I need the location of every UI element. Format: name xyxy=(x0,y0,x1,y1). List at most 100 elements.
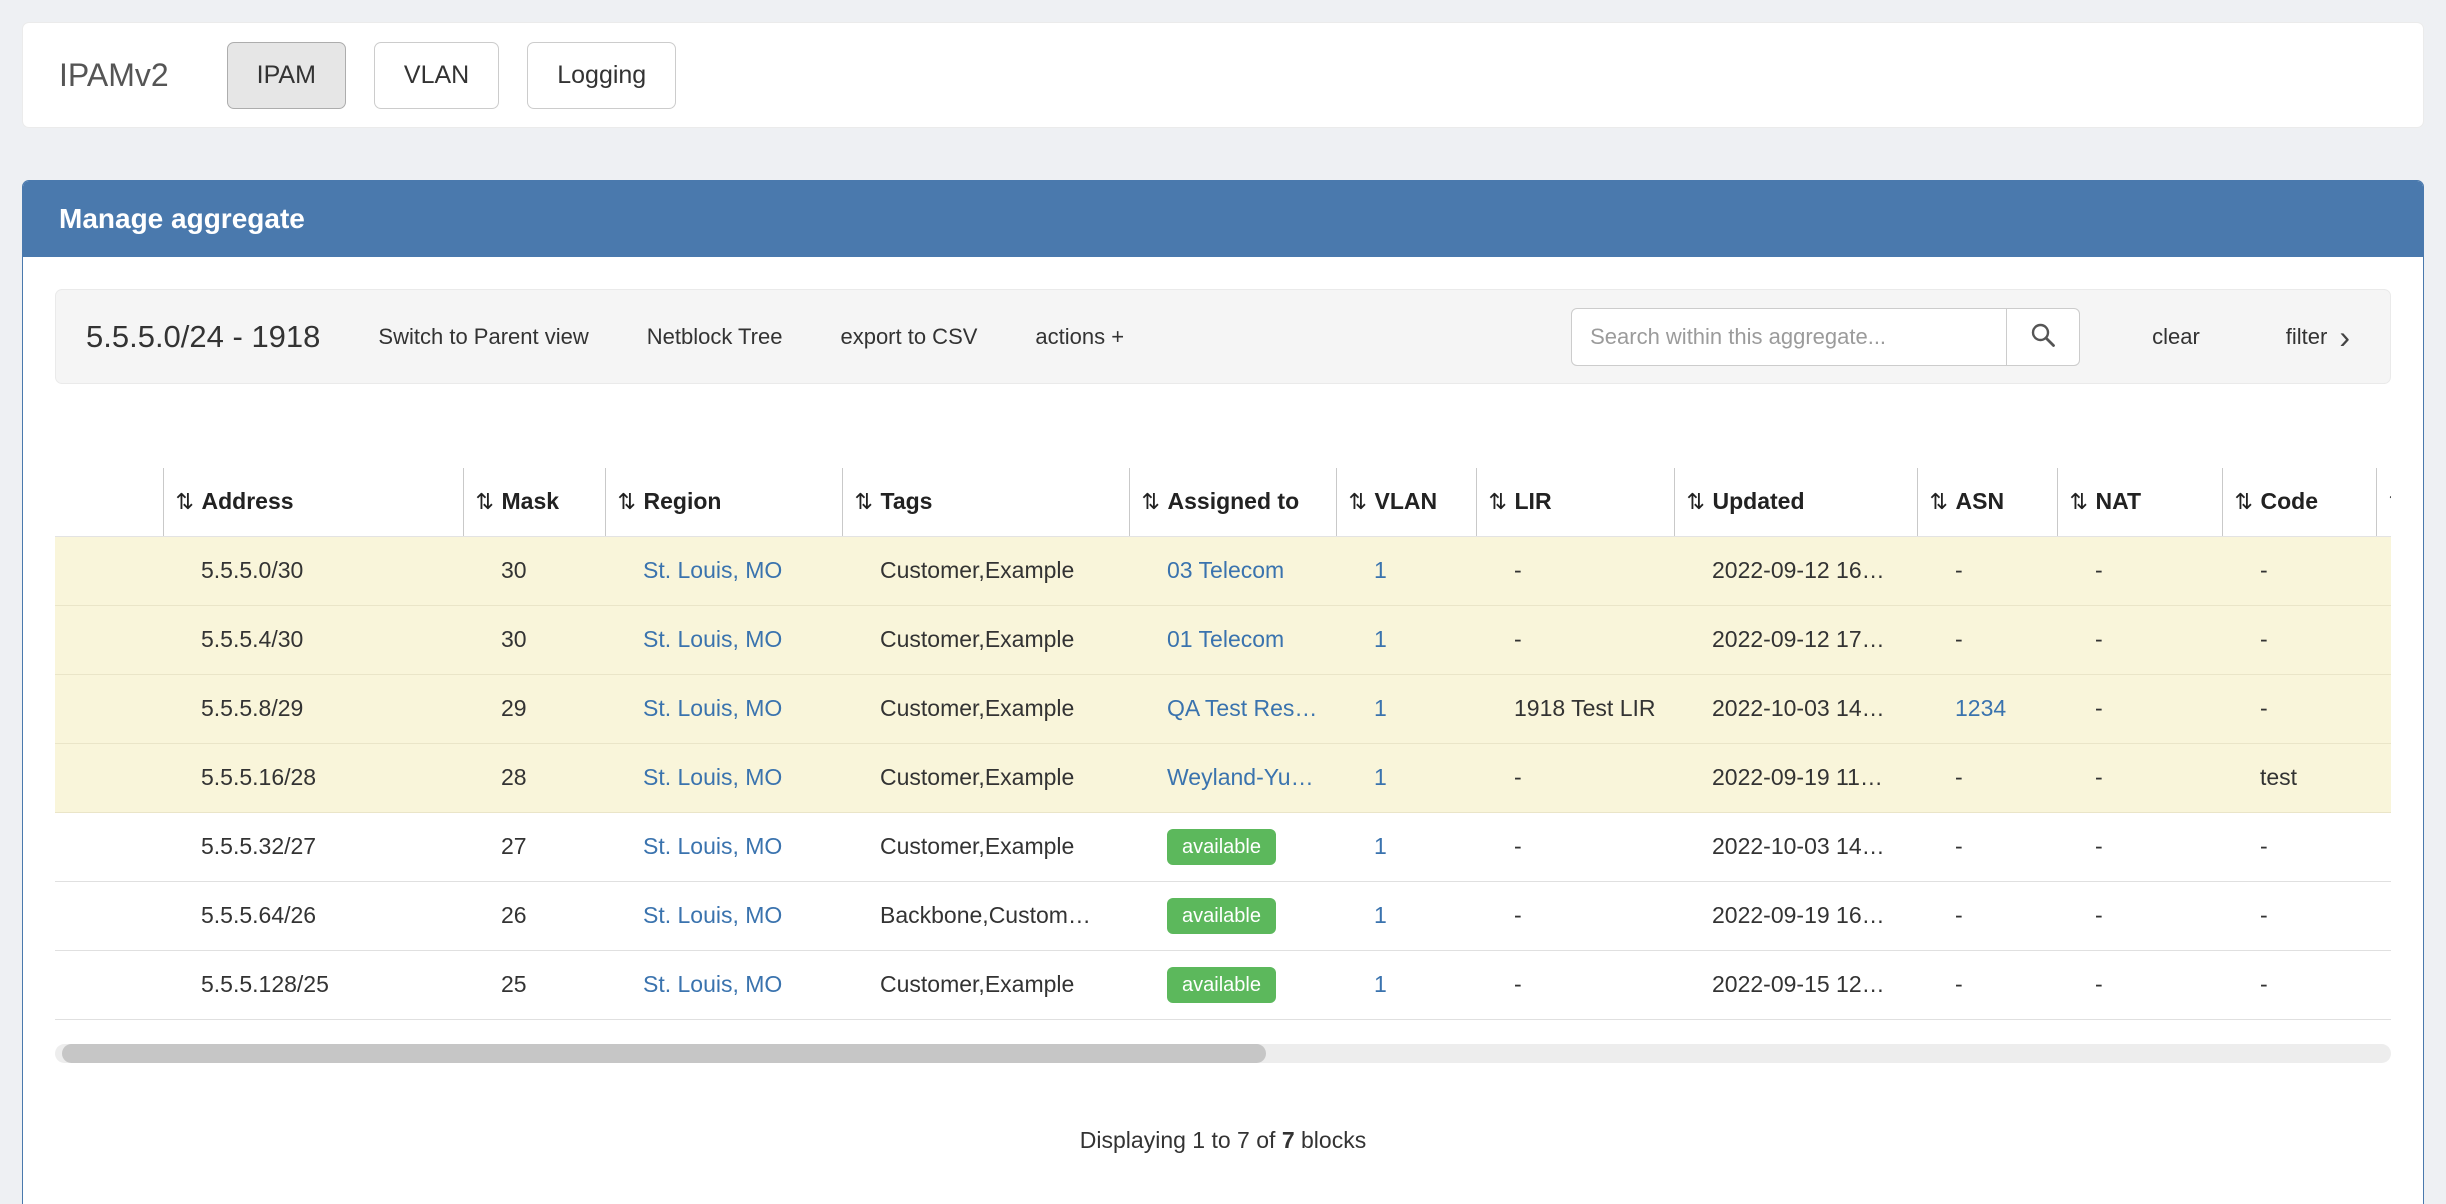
column-header-lir[interactable]: ⇅LIR xyxy=(1476,468,1674,536)
column-header-address[interactable]: ⇅Address xyxy=(163,468,463,536)
column-header-tags[interactable]: ⇅Tags xyxy=(842,468,1129,536)
cell-code: - xyxy=(2222,674,2376,743)
aggregate-toolbar: 5.5.5.0/24 - 1918 Switch to Parent view N… xyxy=(55,289,2391,384)
vlan-link[interactable]: 1 xyxy=(1374,971,1387,997)
tab-ipam[interactable]: IPAM xyxy=(227,42,346,109)
horizontal-scrollbar-track[interactable] xyxy=(55,1044,2391,1063)
sort-icon: ⇅ xyxy=(1930,489,1956,515)
asn-link[interactable]: 1234 xyxy=(1955,695,2006,721)
cell-address: 5.5.5.0/30 xyxy=(163,536,463,605)
toolbar-link-export-to-csv[interactable]: export to CSV xyxy=(840,324,977,350)
column-header-region[interactable]: ⇅Region xyxy=(605,468,842,536)
region-link[interactable]: St. Louis, MO xyxy=(643,764,782,790)
cell-updated: 2022-10-03 14… xyxy=(1674,674,1917,743)
assigned-link[interactable]: QA Test Res… xyxy=(1167,695,1317,721)
row-lead-cell xyxy=(55,605,163,674)
cell-code: - xyxy=(2222,950,2376,1019)
cell-asn: - xyxy=(1917,536,2057,605)
column-header-mask[interactable]: ⇅Mask xyxy=(463,468,605,536)
cell-updated: 2022-09-12 17… xyxy=(1674,605,1917,674)
region-link[interactable]: St. Louis, MO xyxy=(643,971,782,997)
assigned-link[interactable]: 01 Telecom xyxy=(1167,626,1284,652)
region-link[interactable]: St. Louis, MO xyxy=(643,695,782,721)
table-row: 5.5.5.8/2929St. Louis, MOCustomer,Exampl… xyxy=(55,674,2391,743)
toolbar-link-actions[interactable]: actions + xyxy=(1035,324,1124,350)
cell-asn: - xyxy=(1917,743,2057,812)
cell-assigned-to: 01 Telecom xyxy=(1129,605,1336,674)
cell-clipped xyxy=(2376,605,2391,674)
cell-asn: - xyxy=(1917,950,2057,1019)
search-button[interactable] xyxy=(2007,308,2080,366)
cell-vlan: 1 xyxy=(1336,812,1476,881)
aggregate-title: 5.5.5.0/24 - 1918 xyxy=(86,319,320,355)
netblock-table-wrap: ⇅Address⇅Mask⇅Region⇅Tags⇅Assigned to⇅VL… xyxy=(55,468,2391,1020)
cell-nat: - xyxy=(2057,950,2222,1019)
cell-region: St. Louis, MO xyxy=(605,674,842,743)
cell-address: 5.5.5.32/27 xyxy=(163,812,463,881)
sort-icon: ⇅ xyxy=(1349,489,1375,515)
column-header-vlan[interactable]: ⇅VLAN xyxy=(1336,468,1476,536)
tab-vlan[interactable]: VLAN xyxy=(374,42,499,109)
vlan-link[interactable]: 1 xyxy=(1374,902,1387,928)
cell-region: St. Louis, MO xyxy=(605,950,842,1019)
cell-asn: - xyxy=(1917,605,2057,674)
column-header-assigned-to[interactable]: ⇅Assigned to xyxy=(1129,468,1336,536)
panel-title: Manage aggregate xyxy=(59,203,305,235)
region-link[interactable]: St. Louis, MO xyxy=(643,557,782,583)
cell-address: 5.5.5.8/29 xyxy=(163,674,463,743)
row-lead-cell xyxy=(55,881,163,950)
cell-updated: 2022-09-19 16… xyxy=(1674,881,1917,950)
assigned-link[interactable]: Weyland-Yu… xyxy=(1167,764,1314,790)
manage-aggregate-panel: Manage aggregate 5.5.5.0/24 - 1918 Switc… xyxy=(22,180,2424,1204)
vlan-link[interactable]: 1 xyxy=(1374,833,1387,859)
cell-code: - xyxy=(2222,812,2376,881)
horizontal-scrollbar-thumb[interactable] xyxy=(62,1044,1266,1063)
toolbar-link-switch-to-parent-view[interactable]: Switch to Parent view xyxy=(378,324,588,350)
cell-nat: - xyxy=(2057,881,2222,950)
region-link[interactable]: St. Louis, MO xyxy=(643,833,782,859)
cell-vlan: 1 xyxy=(1336,881,1476,950)
cell-code: - xyxy=(2222,605,2376,674)
assigned-link[interactable]: 03 Telecom xyxy=(1167,557,1284,583)
cell-assigned-to: available xyxy=(1129,881,1336,950)
vlan-link[interactable]: 1 xyxy=(1374,626,1387,652)
search-input[interactable] xyxy=(1571,308,2007,366)
cell-clipped xyxy=(2376,536,2391,605)
cell-lir: - xyxy=(1476,743,1674,812)
search-icon xyxy=(2029,321,2057,352)
cell-vlan: 1 xyxy=(1336,536,1476,605)
cell-vlan: 1 xyxy=(1336,950,1476,1019)
cell-assigned-to: available xyxy=(1129,812,1336,881)
cell-assigned-to: 03 Telecom xyxy=(1129,536,1336,605)
cell-address: 5.5.5.64/26 xyxy=(163,881,463,950)
vlan-link[interactable]: 1 xyxy=(1374,557,1387,583)
cell-assigned-to: available xyxy=(1129,950,1336,1019)
row-lead-cell xyxy=(55,743,163,812)
region-link[interactable]: St. Louis, MO xyxy=(643,902,782,928)
vlan-link[interactable]: 1 xyxy=(1374,695,1387,721)
region-link[interactable]: St. Louis, MO xyxy=(643,626,782,652)
column-header-updated[interactable]: ⇅Updated xyxy=(1674,468,1917,536)
cell-region: St. Louis, MO xyxy=(605,881,842,950)
cell-updated: 2022-09-19 11… xyxy=(1674,743,1917,812)
cell-clipped xyxy=(2376,743,2391,812)
lead-column-header xyxy=(55,468,163,536)
column-header-code[interactable]: ⇅Code xyxy=(2222,468,2376,536)
tab-logging[interactable]: Logging xyxy=(527,42,676,109)
vlan-link[interactable]: 1 xyxy=(1374,764,1387,790)
column-header-asn[interactable]: ⇅ASN xyxy=(1917,468,2057,536)
toolbar-link-netblock-tree[interactable]: Netblock Tree xyxy=(647,324,783,350)
row-lead-cell xyxy=(55,950,163,1019)
cell-asn: - xyxy=(1917,812,2057,881)
top-navbar: IPAMv2 IPAMVLANLogging xyxy=(22,22,2424,128)
sort-icon: ⇅ xyxy=(2389,489,2392,515)
column-header-nat[interactable]: ⇅NAT xyxy=(2057,468,2222,536)
cell-assigned-to: Weyland-Yu… xyxy=(1129,743,1336,812)
row-lead-cell xyxy=(55,812,163,881)
cell-tags: Customer,Example xyxy=(842,812,1129,881)
cell-address: 5.5.5.128/25 xyxy=(163,950,463,1019)
cell-updated: 2022-10-03 14… xyxy=(1674,812,1917,881)
clear-link[interactable]: clear xyxy=(2152,324,2200,350)
cell-lir: - xyxy=(1476,881,1674,950)
filter-link[interactable]: filter › xyxy=(2286,321,2350,353)
